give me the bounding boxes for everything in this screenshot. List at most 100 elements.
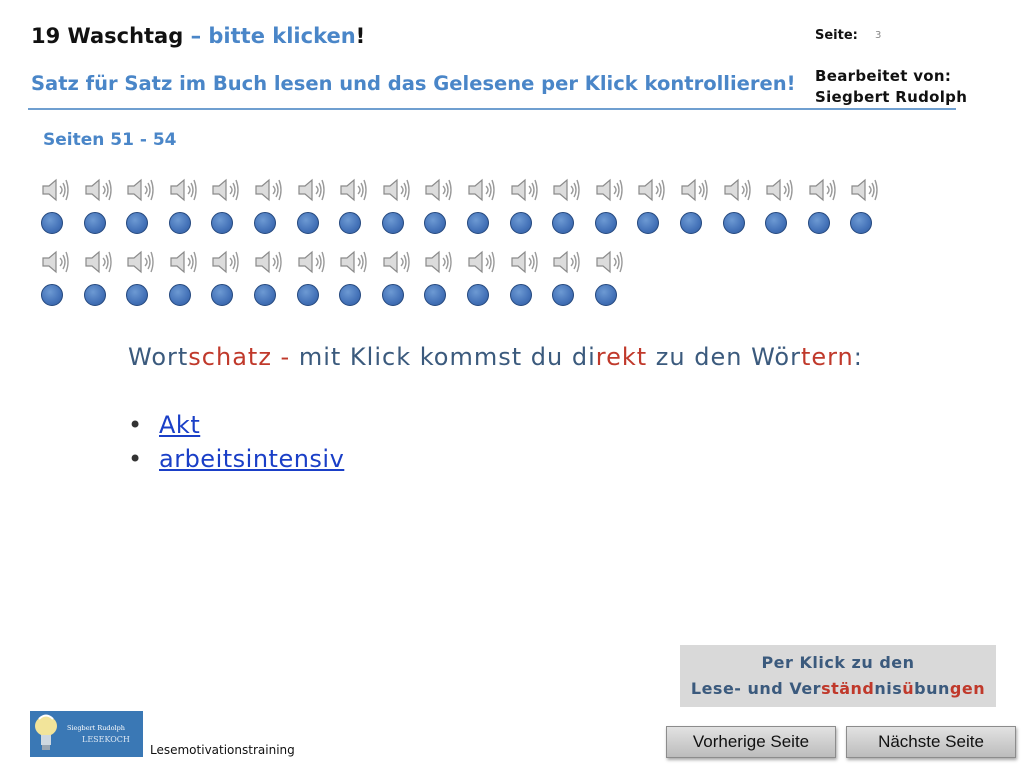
- audio-play-button-1-10[interactable]: [424, 212, 446, 234]
- speaker-icon: [594, 175, 626, 205]
- audio-play-button-1-15[interactable]: [637, 212, 659, 234]
- speaker-icon: [210, 175, 242, 205]
- exercises-link[interactable]: Per Klick zu den Lese- und Verständnisüb…: [680, 645, 996, 707]
- audio-play-button-1-13[interactable]: [552, 212, 574, 234]
- audio-play-button-1-3[interactable]: [126, 212, 148, 234]
- exercises-link-line1: Per Klick zu den: [761, 653, 915, 672]
- speaker-icon: [849, 175, 881, 205]
- editor-name: Siegbert Rudolph: [815, 88, 968, 106]
- speaker-icon: [210, 247, 242, 277]
- title-suffix: !: [355, 24, 366, 48]
- audio-play-button-2-13[interactable]: [552, 284, 574, 306]
- audio-play-button-1-5[interactable]: [211, 212, 233, 234]
- bullet-icon: •: [128, 445, 143, 473]
- audio-play-button-2-1[interactable]: [41, 284, 63, 306]
- logo-text-top: Siegbert Rudolph: [67, 724, 125, 732]
- speaker-icon: [40, 175, 72, 205]
- vocabulary-item: • Akt: [128, 408, 344, 442]
- speaker-icon: [125, 247, 157, 277]
- lightbulb-logo-icon: Siegbert Rudolph LESEKOCH: [30, 711, 143, 757]
- audio-play-button-2-9[interactable]: [382, 284, 404, 306]
- audio-play-button-1-7[interactable]: [297, 212, 319, 234]
- vocabulary-heading-part-1: Wort: [128, 343, 189, 371]
- title-prefix: 19 Waschtag: [31, 24, 184, 48]
- speaker-icon: [125, 175, 157, 205]
- speaker-icon: [423, 247, 455, 277]
- speaker-icon: [338, 247, 370, 277]
- audio-play-button-1-16[interactable]: [680, 212, 702, 234]
- audio-play-button-1-11[interactable]: [467, 212, 489, 234]
- pages-range: Seiten 51 - 54: [43, 130, 177, 150]
- audio-play-button-1-9[interactable]: [382, 212, 404, 234]
- audio-play-button-2-2[interactable]: [84, 284, 106, 306]
- audio-play-button-1-2[interactable]: [84, 212, 106, 234]
- speaker-icon: [509, 175, 541, 205]
- header-divider: [28, 108, 956, 110]
- audio-play-button-1-6[interactable]: [254, 212, 276, 234]
- audio-play-button-1-1[interactable]: [41, 212, 63, 234]
- page-label: Seite:: [815, 28, 858, 43]
- next-page-button[interactable]: Nächste Seite: [846, 726, 1016, 758]
- exercises-link-line2-part-5: bun: [914, 679, 950, 698]
- vocabulary-item: • arbeitsintensiv: [128, 442, 344, 476]
- exercises-link-line2-part-1: Lese- und Ver: [690, 679, 822, 698]
- vocabulary-link-1[interactable]: Akt: [159, 411, 200, 439]
- vocabulary-list: • Akt • arbeitsintensiv: [128, 408, 344, 476]
- speaker-row-2: [40, 247, 640, 277]
- vocabulary-heading-part-2: schatz: [188, 343, 272, 371]
- audio-play-button-2-7[interactable]: [297, 284, 319, 306]
- audio-play-button-1-17[interactable]: [723, 212, 745, 234]
- audio-play-button-1-4[interactable]: [169, 212, 191, 234]
- vocabulary-heading-part-4: mit Klick kommst du di: [298, 343, 596, 371]
- audio-play-button-1-18[interactable]: [765, 212, 787, 234]
- title-click-hint: bitte klicken: [208, 24, 356, 48]
- audio-play-button-1-14[interactable]: [595, 212, 617, 234]
- speaker-icon: [253, 247, 285, 277]
- vocabulary-heading: Wortschatz - mit Klick kommst du direkt …: [128, 343, 863, 371]
- speaker-icon: [253, 175, 285, 205]
- audio-play-button-2-4[interactable]: [169, 284, 191, 306]
- audio-play-button-1-20[interactable]: [850, 212, 872, 234]
- audio-play-button-2-12[interactable]: [510, 284, 532, 306]
- audio-play-button-1-19[interactable]: [808, 212, 830, 234]
- vocabulary-heading-part-6: zu den Wör: [647, 343, 801, 371]
- speaker-icon: [168, 247, 200, 277]
- audio-play-button-2-6[interactable]: [254, 284, 276, 306]
- speaker-icon: [807, 175, 839, 205]
- speaker-icon: [679, 175, 711, 205]
- vocabulary-heading-part-8: :: [853, 343, 863, 371]
- speaker-icon: [168, 175, 200, 205]
- speaker-icon: [296, 247, 328, 277]
- vocabulary-link-2[interactable]: arbeitsintensiv: [159, 445, 344, 473]
- speaker-icon: [40, 247, 72, 277]
- audio-play-button-2-10[interactable]: [424, 284, 446, 306]
- page-title: 19 Waschtag – bitte klicken!: [31, 24, 365, 48]
- speaker-icon: [636, 175, 668, 205]
- speaker-icon: [551, 247, 583, 277]
- speaker-icon: [466, 175, 498, 205]
- speaker-icon: [551, 175, 583, 205]
- previous-page-button[interactable]: Vorherige Seite: [666, 726, 836, 758]
- title-dash: –: [183, 24, 209, 48]
- vocabulary-heading-part-5: rekt: [595, 343, 648, 371]
- audio-play-button-1-12[interactable]: [510, 212, 532, 234]
- audio-play-button-1-8[interactable]: [339, 212, 361, 234]
- audio-play-button-2-14[interactable]: [595, 284, 617, 306]
- audio-play-button-2-3[interactable]: [126, 284, 148, 306]
- speaker-icon: [296, 175, 328, 205]
- speaker-icon: [338, 175, 370, 205]
- speaker-icon: [722, 175, 754, 205]
- audio-play-button-2-8[interactable]: [339, 284, 361, 306]
- page-number: 3: [875, 30, 882, 41]
- exercises-link-line2-part-4: ü: [902, 679, 915, 698]
- exercises-link-line2-part-3: nis: [874, 679, 903, 698]
- logo-text-bottom: LESEKOCH: [82, 735, 130, 744]
- speaker-icon: [83, 175, 115, 205]
- speaker-icon: [594, 247, 626, 277]
- vocabulary-heading-part-7: tern: [800, 343, 854, 371]
- program-name: Lesemotivationstraining: [150, 743, 295, 757]
- speaker-icon: [381, 175, 413, 205]
- audio-play-button-2-5[interactable]: [211, 284, 233, 306]
- speaker-icon: [466, 247, 498, 277]
- audio-play-button-2-11[interactable]: [467, 284, 489, 306]
